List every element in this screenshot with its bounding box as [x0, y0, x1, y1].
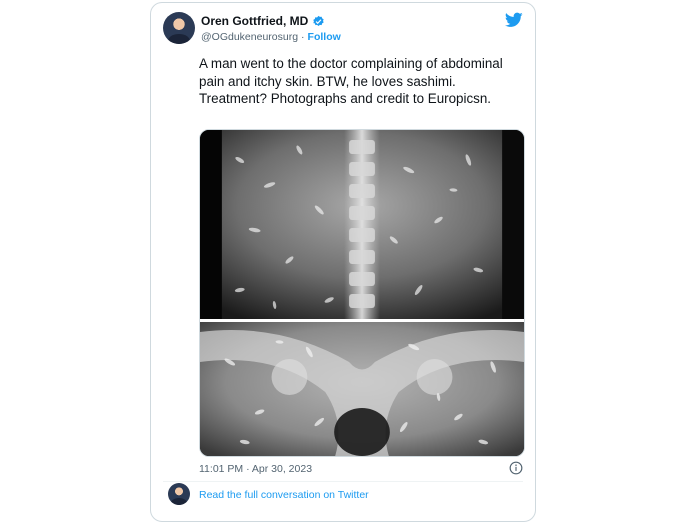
author-handle-row: @OGdukeneurosurg · Follow	[201, 31, 341, 43]
handle-separator: ·	[301, 31, 305, 43]
author-name[interactable]: Oren Gottfried, MD	[201, 14, 308, 28]
tweet-timestamp[interactable]: 11:01 PM · Apr 30, 2023	[199, 463, 312, 475]
tweet-text: A man went to the doctor complaining of …	[199, 56, 503, 106]
twitter-bird-icon[interactable]	[505, 12, 523, 28]
follow-button[interactable]: Follow	[308, 31, 341, 43]
read-conversation-link[interactable]: Read the full conversation on Twitter	[199, 489, 369, 501]
tweet-media[interactable]	[199, 129, 525, 457]
info-icon[interactable]	[509, 461, 523, 475]
xray-abdomen-image	[200, 130, 524, 319]
verified-badge-icon	[313, 15, 324, 26]
author-handle[interactable]: @OGdukeneurosurg	[201, 31, 298, 43]
embedded-tweet-card: Oren Gottfried, MD @OGdukeneurosurg · Fo…	[150, 2, 536, 522]
author-name-row: Oren Gottfried, MD	[201, 14, 325, 28]
author-avatar[interactable]	[163, 12, 195, 44]
divider	[163, 481, 523, 482]
author-avatar-small[interactable]	[168, 483, 190, 505]
xray-pelvis-image	[200, 322, 524, 456]
